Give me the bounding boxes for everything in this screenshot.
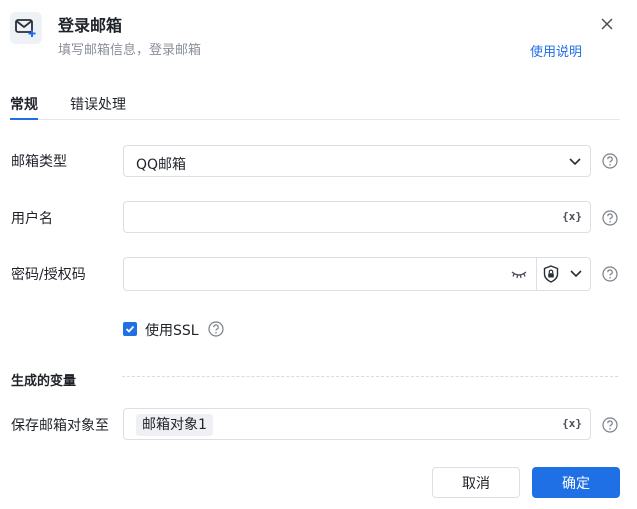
confirm-button[interactable]: 确定 [532, 467, 620, 498]
help-icon[interactable] [602, 210, 618, 226]
tab-general[interactable]: 常规 [10, 94, 38, 120]
variable-icon[interactable]: {x} [562, 417, 582, 430]
variable-tag[interactable]: 邮箱对象1 [136, 414, 213, 436]
page-subtitle: 填写邮箱信息，登录邮箱 [58, 43, 202, 58]
help-icon[interactable] [602, 417, 618, 433]
help-link[interactable]: 使用说明 [530, 41, 582, 60]
tab-bar: 常规 错误处理 [10, 94, 620, 120]
chevron-down-icon[interactable] [569, 268, 583, 280]
mailbox-type-select[interactable]: QQ邮箱 [123, 145, 591, 177]
use-ssl-checkbox[interactable] [123, 322, 137, 336]
mailbox-type-label: 邮箱类型 [11, 154, 67, 170]
field-divider [536, 258, 537, 290]
save-mailbox-input[interactable]: 邮箱对象1 {x} [123, 408, 591, 440]
shield-lock-icon[interactable] [543, 265, 559, 283]
tab-error-handling[interactable]: 错误处理 [70, 94, 126, 120]
check-icon [125, 325, 135, 333]
mail-add-icon [10, 12, 42, 44]
variable-icon[interactable]: {x} [562, 210, 582, 223]
mailbox-type-value: QQ邮箱 [136, 157, 187, 173]
cancel-button[interactable]: 取消 [432, 467, 520, 498]
use-ssl-label[interactable]: 使用SSL [145, 320, 199, 340]
username-label: 用户名 [11, 211, 53, 227]
password-label: 密码/授权码 [11, 267, 86, 283]
help-icon[interactable] [208, 321, 224, 337]
help-icon[interactable] [602, 153, 618, 169]
close-icon [601, 18, 613, 30]
save-mailbox-label: 保存邮箱对象至 [11, 418, 109, 434]
chevron-down-icon [569, 158, 581, 166]
password-input[interactable] [123, 257, 591, 291]
username-input[interactable]: {x} [123, 201, 591, 233]
help-icon[interactable] [602, 266, 618, 282]
page-title: 登录邮箱 [58, 16, 123, 35]
close-button[interactable] [597, 14, 617, 34]
section-divider [122, 376, 618, 377]
section-title: 生成的变量 [11, 374, 77, 389]
eye-closed-icon[interactable] [510, 266, 528, 282]
